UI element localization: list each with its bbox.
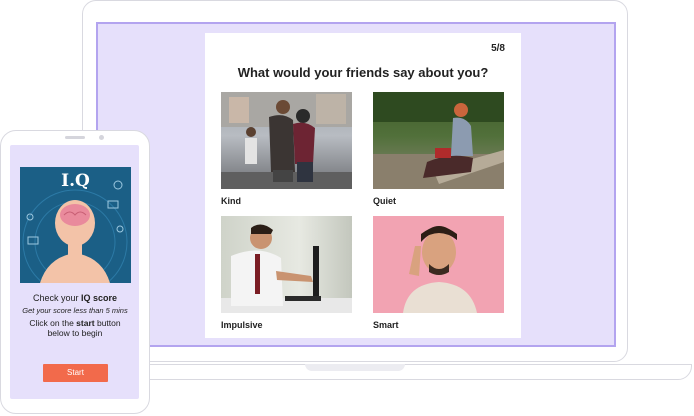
smart-photo xyxy=(373,216,504,313)
iq-title: I.Q xyxy=(61,171,90,191)
headline-bold: IQ score xyxy=(81,293,118,303)
option-smart[interactable]: Smart xyxy=(373,216,504,330)
phone-camera xyxy=(99,135,104,140)
impulsive-photo xyxy=(221,216,352,313)
quiz-card: 5/8 What would your friends say about yo… xyxy=(205,33,521,338)
instructions-suffix: button xyxy=(94,318,121,328)
phone-headline: Check your IQ score xyxy=(12,293,138,303)
instructions-bold: start xyxy=(76,318,95,328)
headline-prefix: Check your xyxy=(32,293,81,303)
option-label: Quiet xyxy=(373,196,397,206)
phone-speaker xyxy=(65,136,85,139)
option-label: Smart xyxy=(373,320,399,330)
instructions-line2: below to begin xyxy=(47,328,103,338)
option-impulsive[interactable]: Impulsive xyxy=(221,216,352,330)
option-label: Kind xyxy=(221,196,241,206)
kind-photo xyxy=(221,92,352,189)
option-quiet[interactable]: Quiet xyxy=(373,92,504,206)
quiet-photo xyxy=(373,92,504,189)
phone-instructions: Click on the start button below to begin xyxy=(12,318,138,338)
option-label: Impulsive xyxy=(221,320,263,330)
quiz-progress: 5/8 xyxy=(491,43,505,54)
laptop-notch xyxy=(305,364,405,371)
start-button[interactable]: Start xyxy=(43,364,108,382)
quiz-question: What would your friends say about you? xyxy=(237,65,489,80)
iq-banner: I.Q xyxy=(20,167,131,283)
option-kind[interactable]: Kind xyxy=(221,92,352,206)
instructions-prefix: Click on the xyxy=(29,318,77,328)
phone-subtitle: Get your score less than 5 mins xyxy=(22,306,128,315)
